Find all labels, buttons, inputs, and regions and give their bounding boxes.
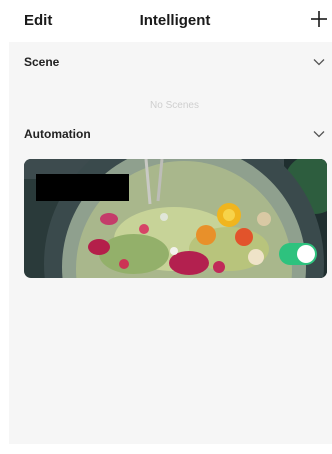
scene-section-title: Scene [24, 55, 60, 69]
automation-toggle[interactable] [279, 243, 317, 265]
no-scenes-text: No Scenes [150, 100, 199, 111]
chevron-down-icon[interactable] [313, 58, 325, 66]
automation-section-header[interactable]: Automation [9, 119, 332, 149]
scene-section-header[interactable]: Scene [9, 47, 332, 77]
toggle-knob [297, 245, 315, 263]
automation-name-redacted [36, 174, 129, 201]
plus-icon[interactable] [310, 10, 328, 28]
top-bar: Edit Intelligent [0, 0, 332, 42]
intelligent-content: Scene No Scenes Automation [9, 42, 332, 444]
automation-card[interactable] [24, 159, 327, 278]
page-title: Intelligent [139, 12, 211, 29]
automation-section-title: Automation [24, 127, 91, 141]
chevron-down-icon[interactable] [313, 130, 325, 138]
